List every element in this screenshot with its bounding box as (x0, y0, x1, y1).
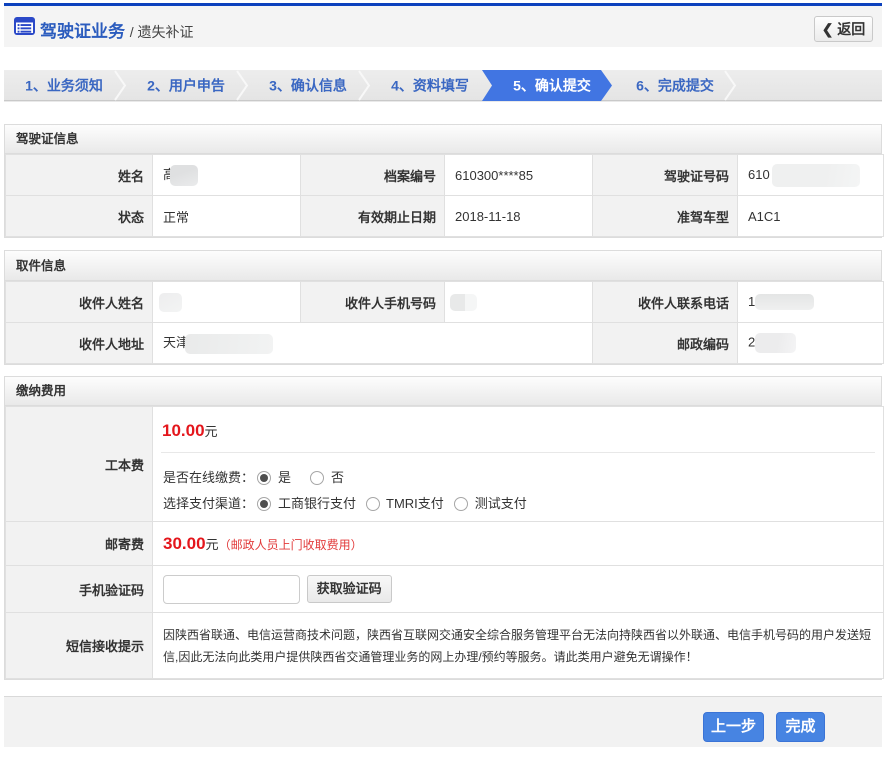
svg-text:3、确认信息: 3、确认信息 (269, 78, 347, 94)
svg-text:4、资料填写: 4、资料填写 (391, 78, 469, 94)
svg-text:1、业务须知: 1、业务须知 (25, 78, 103, 94)
svg-text:5、确认提交: 5、确认提交 (513, 78, 591, 94)
svg-text:2、用户申告: 2、用户申告 (147, 78, 225, 94)
svg-text:6、完成提交: 6、完成提交 (636, 78, 714, 94)
